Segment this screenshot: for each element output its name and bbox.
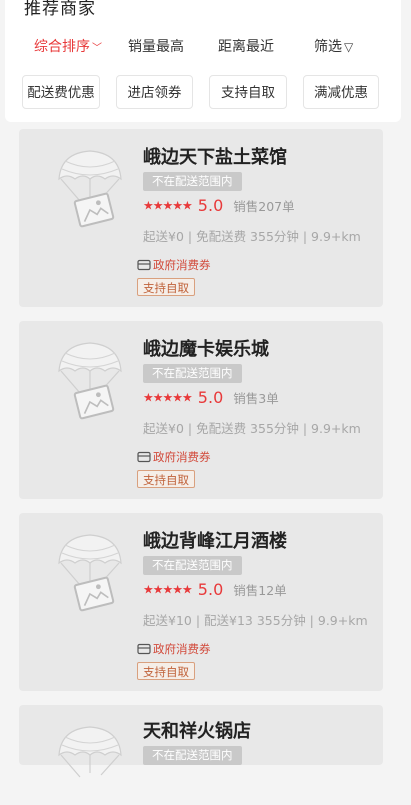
sort-sales-label: 销量最高 [128, 39, 184, 55]
section-title: 推荐商家 [24, 0, 96, 19]
chevron-down-icon: ﹀ [92, 43, 102, 54]
delivery-info: 起送¥0 | 免配送费 355分钟 | 9.9+km [143, 229, 361, 244]
parachute-image-placeholder-icon [58, 342, 122, 420]
chip-delivery-discount[interactable]: 配送费优惠 [22, 75, 100, 109]
status-badge: 不在配送范围内 [143, 172, 242, 191]
rating-score: 5.0 [197, 580, 224, 599]
filter-label: 筛选 [314, 39, 342, 55]
store-card[interactable]: 峨边背峰江月酒楼 不在配送范围内 ★★★★★ 5.0 销售12单 起送¥10 | 配… [19, 513, 383, 691]
parachute-image-placeholder-icon [58, 150, 122, 228]
sort-distance[interactable]: 距离最近 [218, 36, 274, 56]
pickup-tag: 支持自取 [137, 470, 195, 488]
status-badge: 不在配送范围内 [143, 556, 242, 575]
store-card[interactable]: 天和祥火锅店 不在配送范围内 [19, 705, 383, 778]
sales-count: 销售207单 [233, 199, 295, 214]
rating-row: ★★★★★ 5.0 销售207单 [143, 195, 295, 217]
voucher-label: 政府消费券 [153, 257, 211, 272]
sort-sales[interactable]: 销量最高 [128, 36, 184, 56]
status-badge: 不在配送范围内 [143, 746, 242, 765]
rating-score: 5.0 [197, 196, 224, 215]
pickup-tag: 支持自取 [137, 278, 195, 296]
voucher-icon [137, 259, 151, 270]
star-rating-icon: ★★★★★ [143, 582, 193, 597]
delivery-info: 起送¥0 | 免配送费 355分钟 | 9.9+km [143, 421, 361, 436]
store-name: 峨边背峰江月酒楼 [143, 531, 287, 552]
delivery-info: 起送¥10 | 配送¥13 355分钟 | 9.9+km [143, 613, 368, 628]
voucher-row: 政府消费券 [137, 638, 211, 656]
store-name: 峨边天下盐土菜馆 [143, 147, 287, 168]
sort-comprehensive-label: 综合排序 [34, 39, 90, 55]
sort-bar: 综合排序 ﹀ 销量最高 距离最近 筛选 ▽ [0, 36, 411, 56]
chip-store-coupon[interactable]: 进店领券 [116, 75, 193, 109]
chip-full-reduction[interactable]: 满减优惠 [303, 75, 379, 109]
sort-distance-label: 距离最近 [218, 39, 274, 55]
store-name: 天和祥火锅店 [143, 721, 251, 742]
sort-comprehensive[interactable]: 综合排序 ﹀ [34, 36, 102, 56]
store-name: 峨边魔卡娱乐城 [143, 339, 269, 360]
status-badge: 不在配送范围内 [143, 364, 242, 383]
rating-row: ★★★★★ 5.0 销售3单 [143, 387, 279, 409]
voucher-icon [137, 451, 151, 462]
voucher-label: 政府消费券 [153, 449, 211, 464]
parachute-image-placeholder-icon [58, 726, 122, 778]
funnel-icon: ▽ [344, 40, 354, 54]
store-card[interactable]: 峨边天下盐土菜馆 不在配送范围内 ★★★★★ 5.0 销售207单 起送¥0 | 免… [19, 129, 383, 307]
sales-count: 销售3单 [233, 391, 279, 406]
voucher-row: 政府消费券 [137, 446, 211, 464]
store-card[interactable]: 峨边魔卡娱乐城 不在配送范围内 ★★★★★ 5.0 销售3单 起送¥0 | 免配送费… [19, 321, 383, 499]
pickup-tag: 支持自取 [137, 662, 195, 680]
quick-filter-chips: 配送费优惠 进店领券 支持自取 满减优惠 [0, 75, 411, 111]
rating-row: ★★★★★ 5.0 销售12单 [143, 579, 287, 601]
star-rating-icon: ★★★★★ [143, 390, 193, 405]
voucher-label: 政府消费券 [153, 641, 211, 656]
star-rating-icon: ★★★★★ [143, 198, 193, 213]
rating-score: 5.0 [197, 388, 224, 407]
chip-self-pickup[interactable]: 支持自取 [209, 75, 287, 109]
voucher-icon [137, 643, 151, 654]
parachute-image-placeholder-icon [58, 534, 122, 612]
sales-count: 销售12单 [233, 583, 287, 598]
voucher-row: 政府消费券 [137, 254, 211, 272]
filter-button[interactable]: 筛选 ▽ [314, 36, 353, 56]
